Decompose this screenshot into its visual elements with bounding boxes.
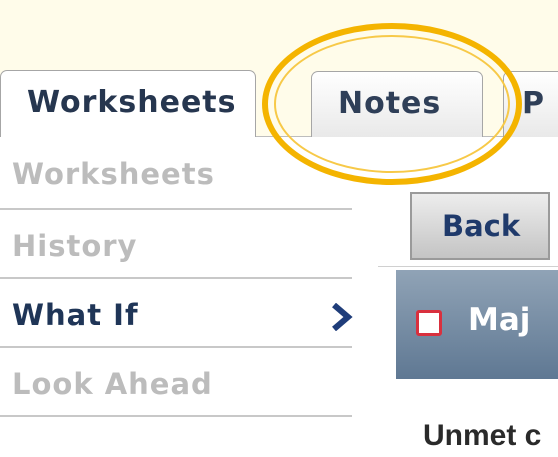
chevron-right-icon <box>332 303 353 331</box>
sidebar-item-worksheets[interactable]: Worksheets <box>0 137 352 210</box>
side-nav: Worksheets History What If Look Ahead <box>0 137 353 417</box>
back-button-label: Back <box>442 209 521 243</box>
panel-header: Maj <box>396 270 558 379</box>
tab-worksheets[interactable]: Worksheets <box>0 70 256 137</box>
content-divider <box>378 266 558 267</box>
tab-truncated[interactable]: P <box>503 71 558 137</box>
sidebar-item-look-ahead[interactable]: Look Ahead <box>0 348 352 417</box>
panel-body-text: Unmet c <box>423 419 542 452</box>
tab-notes[interactable]: Notes <box>311 71 483 137</box>
sidebar-item-label: History <box>12 229 138 263</box>
page-header-band <box>0 0 558 40</box>
sidebar-item-label: Worksheets <box>12 157 215 191</box>
tab-worksheets-label: Worksheets <box>27 85 237 120</box>
sidebar-item-label: Look Ahead <box>12 367 213 401</box>
panel-checkbox[interactable] <box>416 310 442 336</box>
tab-truncated-label: P <box>522 86 545 121</box>
tab-notes-label: Notes <box>338 86 442 121</box>
sidebar-item-history[interactable]: History <box>0 210 352 279</box>
sidebar-item-what-if[interactable]: What If <box>0 279 353 348</box>
sidebar-item-label: What If <box>12 298 139 332</box>
panel-title: Maj <box>468 302 531 338</box>
back-button[interactable]: Back <box>410 192 550 260</box>
